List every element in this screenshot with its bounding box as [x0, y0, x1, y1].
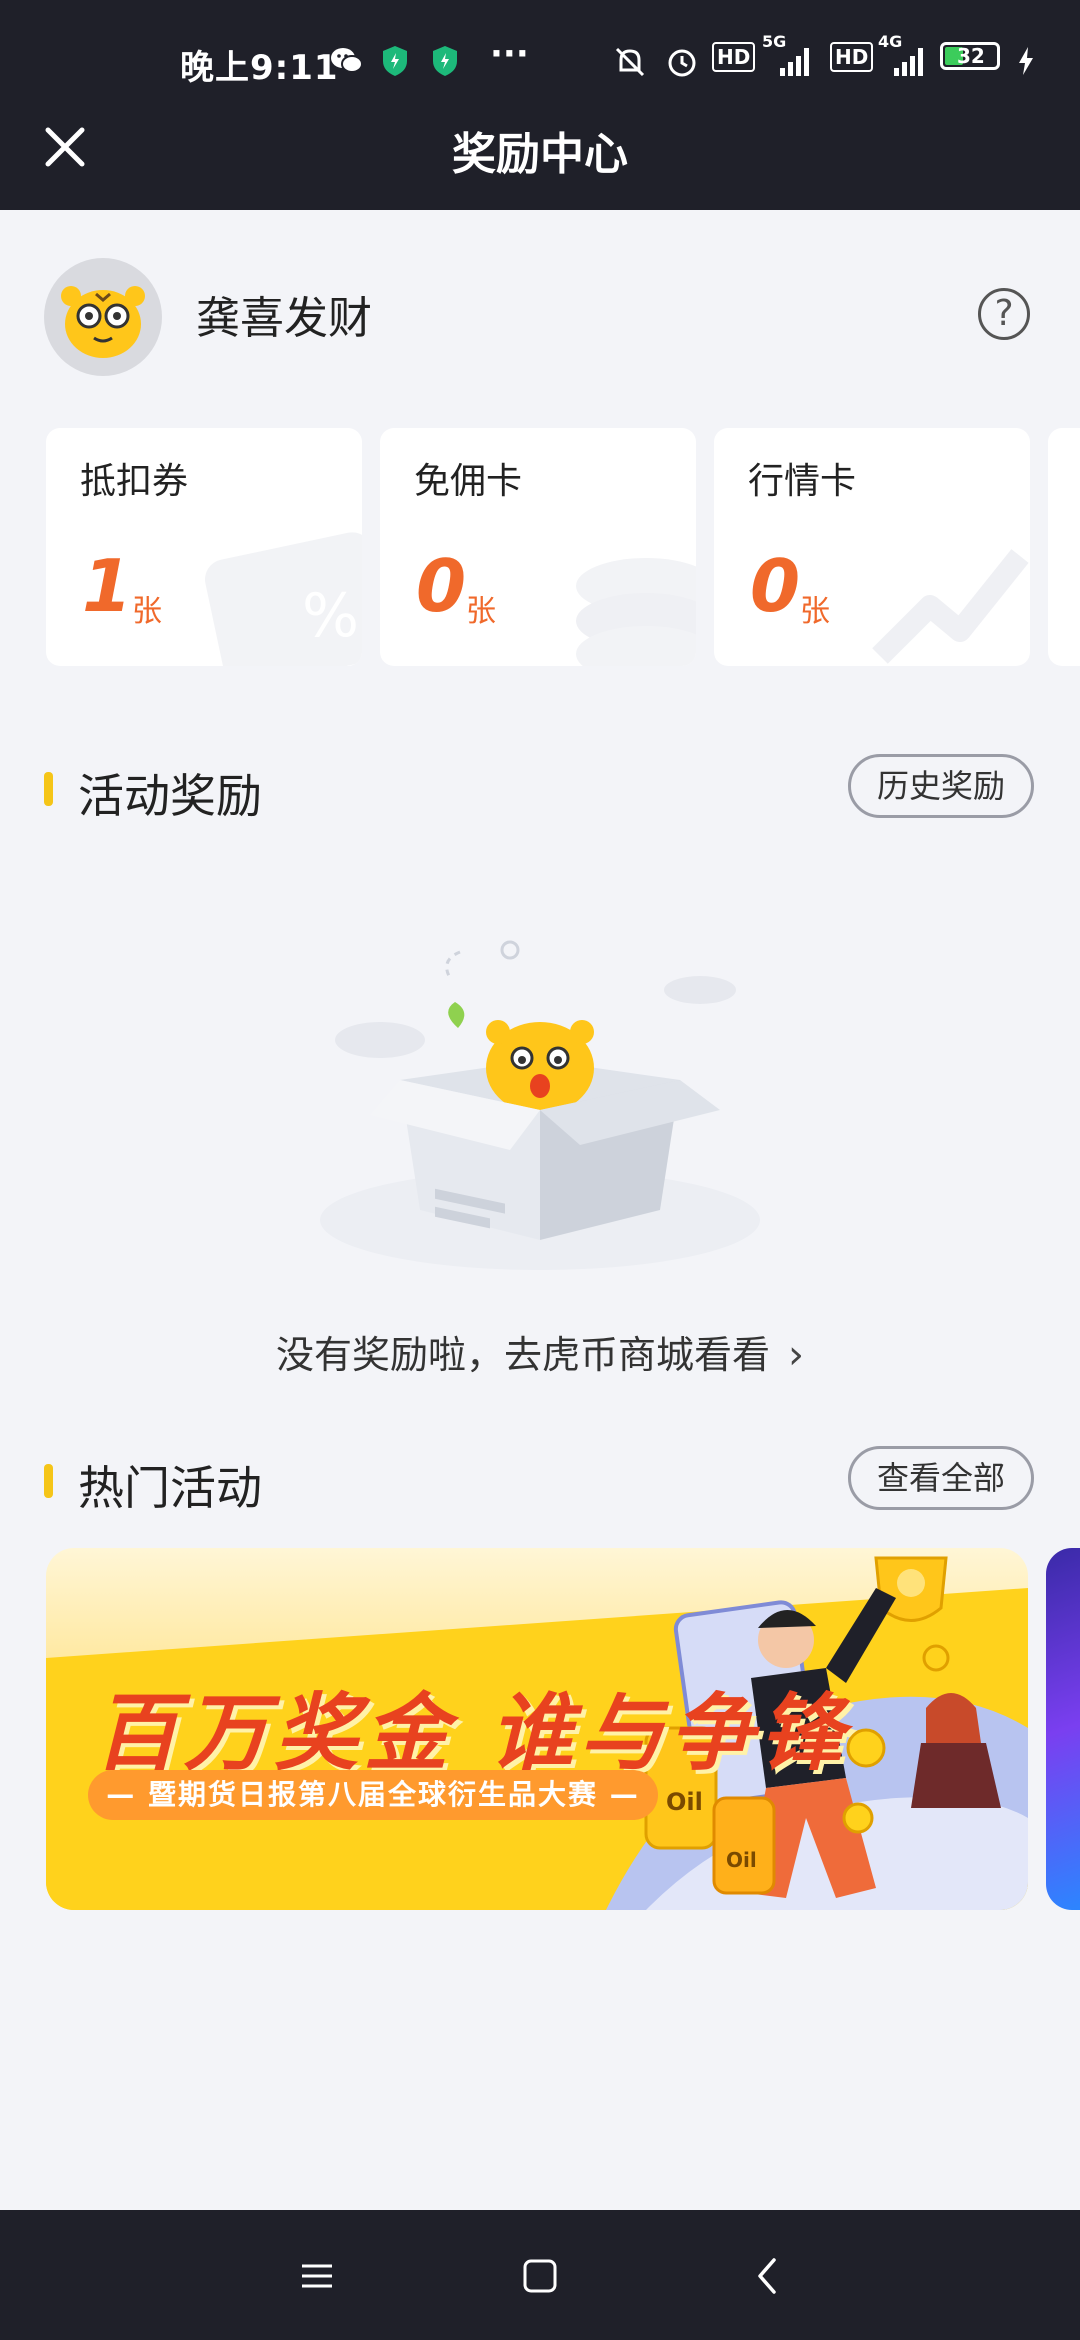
card-count: 0 [750, 544, 801, 628]
more-notifications-icon: ··· [490, 34, 529, 74]
signal-icon [894, 48, 923, 76]
coupon-cards: 抵扣券 1 张 % 免佣卡 0 张 行情卡 0 张 [0, 428, 1080, 666]
menu-icon[interactable] [300, 2246, 334, 2306]
section-title: 活动奖励 [78, 769, 262, 823]
hd-icon: HD [712, 42, 756, 72]
avatar[interactable] [44, 258, 162, 376]
next-banner-peek[interactable] [1046, 1548, 1080, 1910]
go-to-mall-link[interactable]: 没有奖励啦，去虎币商城看看 › [0, 1324, 1080, 1379]
system-nav-bar [0, 2210, 1080, 2340]
rewards-section-header: 活动奖励 历史奖励 [0, 754, 1080, 824]
alarm-icon [668, 49, 696, 77]
activity-banner[interactable]: 百万奖金 谁与争锋 — 暨期货日报第八届全球衍生品大赛 — Oil Oil [46, 1548, 1028, 1910]
status-time: 晚上9:11 [180, 48, 339, 88]
card-next-peek[interactable] [1048, 428, 1080, 666]
top-bar: 晚上9:11 ··· HD 5G HD 4G 32 奖励中心 [0, 0, 1080, 210]
wechat-icon [331, 48, 363, 73]
card-label: 免佣卡 [414, 461, 523, 502]
section-accent-bar [44, 772, 53, 806]
chevron-right-icon: › [788, 1332, 804, 1378]
empty-state-text: 没有奖励啦，去虎币商城看看 [275, 1333, 770, 1377]
card-label: 抵扣券 [80, 461, 189, 502]
card-count: 0 [416, 544, 467, 628]
svg-text:%: % [302, 581, 359, 651]
mute-bell-icon [615, 47, 645, 77]
banner-headline: 百万奖金 谁与争锋 [94, 1684, 850, 1782]
coins-watermark-icon [576, 558, 696, 666]
battery-icon: 32 [940, 42, 1000, 70]
help-icon[interactable]: ? [978, 288, 1030, 340]
charging-icon [1019, 47, 1033, 75]
tiger-avatar-icon [61, 286, 145, 358]
trend-watermark-icon [872, 549, 1029, 664]
section-accent-bar [44, 1464, 53, 1498]
card-label: 行情卡 [748, 461, 857, 502]
card-commission-free[interactable]: 免佣卡 0 张 [380, 428, 696, 666]
back-icon[interactable] [752, 2246, 782, 2306]
view-all-button[interactable]: 查看全部 [848, 1446, 1034, 1510]
section-title: 热门活动 [78, 1461, 262, 1515]
oil-barrel-label: Oil [726, 1848, 757, 1872]
oil-barrel-label: Oil [666, 1788, 703, 1816]
username: 龚喜发财 [196, 293, 372, 344]
empty-box-tiger-illustration [320, 940, 760, 1270]
history-rewards-button[interactable]: 历史奖励 [848, 754, 1034, 818]
card-unit: 张 [466, 594, 496, 629]
card-count: 1 [82, 544, 133, 628]
hot-section-header: 热门活动 查看全部 [0, 1446, 1080, 1516]
page-title: 奖励中心 [452, 129, 628, 180]
battery-level: 32 [957, 44, 985, 68]
profile-row: 龚喜发财 ? [0, 210, 1080, 420]
card-unit: 张 [800, 594, 830, 629]
card-market-data[interactable]: 行情卡 0 张 [714, 428, 1030, 666]
status-bar: 晚上9:11 ··· HD 5G HD 4G 32 [0, 32, 1080, 92]
home-icon[interactable] [522, 2246, 558, 2306]
card-deduction-coupon[interactable]: 抵扣券 1 张 % [46, 428, 362, 666]
shield-icon [433, 46, 457, 76]
percent-watermark-icon: % [204, 532, 362, 666]
hd-icon: HD [830, 42, 874, 72]
shield-icon [383, 46, 407, 76]
card-unit: 张 [132, 594, 162, 629]
banner-subtitle: — 暨期货日报第八届全球衍生品大赛 — [88, 1770, 658, 1820]
signal-icon [780, 48, 809, 76]
